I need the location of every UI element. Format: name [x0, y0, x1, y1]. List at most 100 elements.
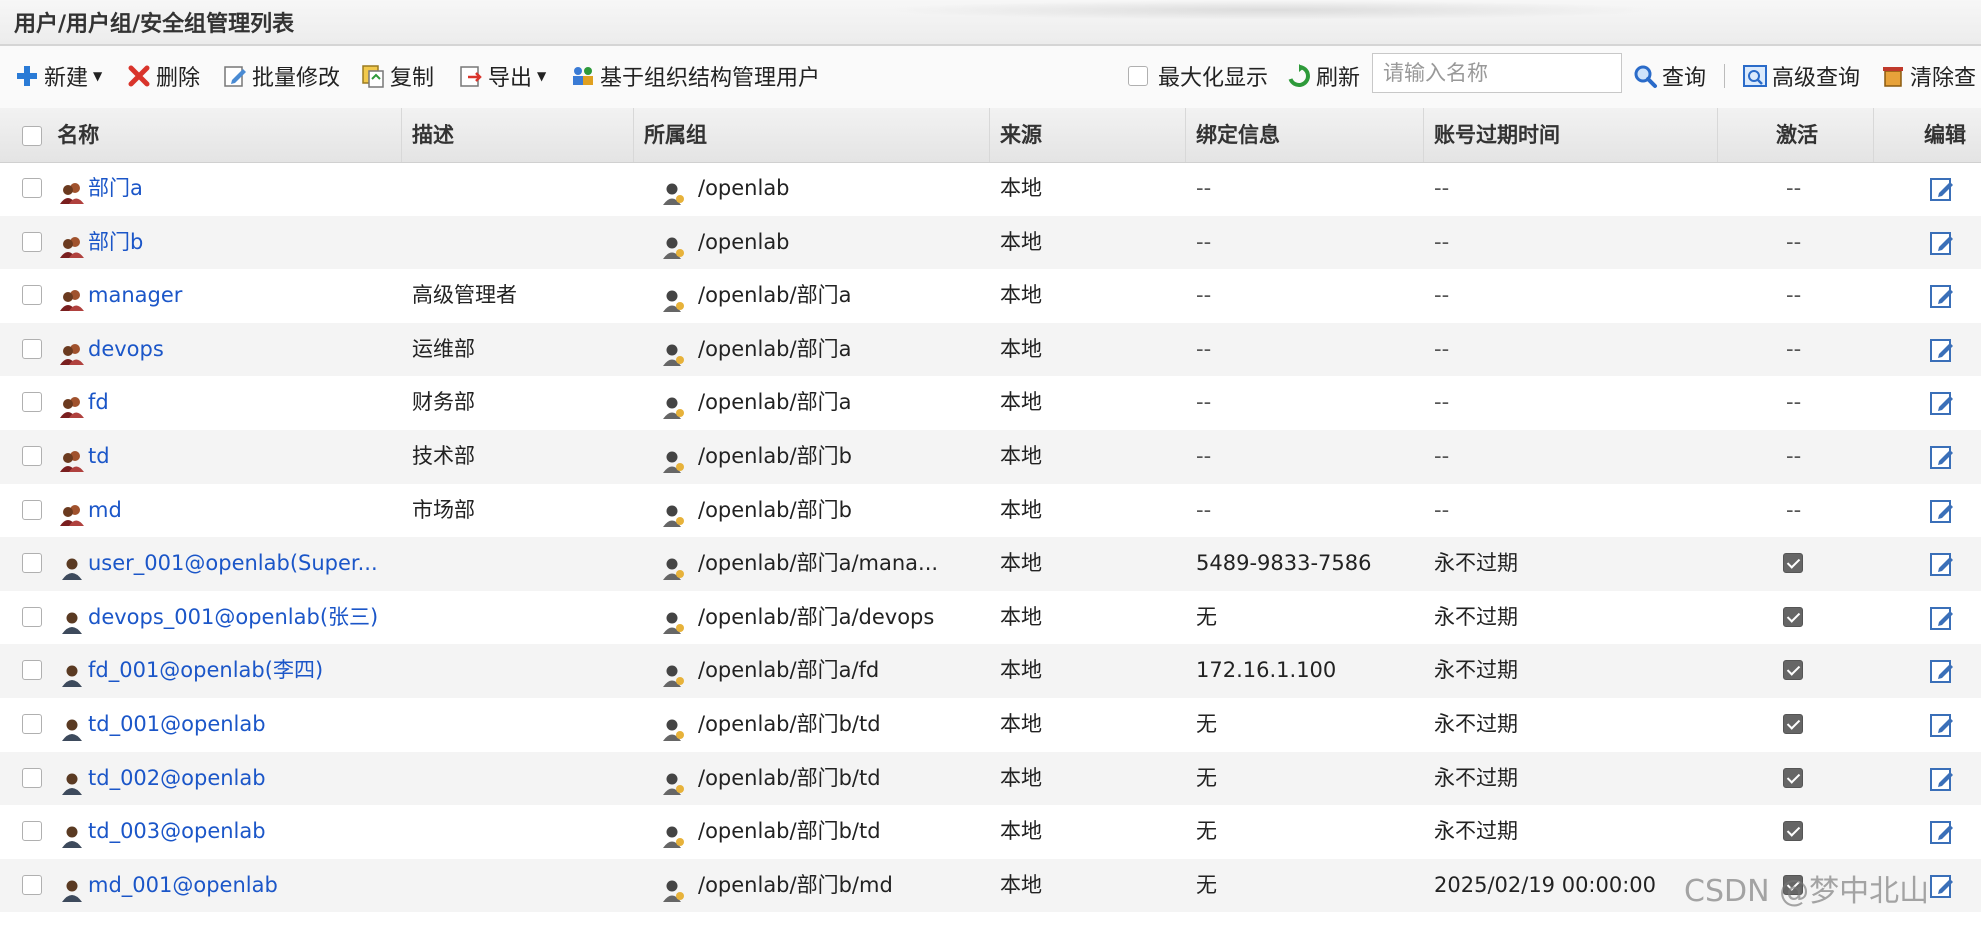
maximize-toggle[interactable]: 最大化显示	[1128, 60, 1268, 92]
table-row-user[interactable]: td_003@openlab/openlab/部门b/td 本地 无 永不过期	[0, 805, 1981, 859]
row-expire: --	[1434, 176, 1450, 200]
table-row-user[interactable]: devops_001@openlab(张三) /openlab/部门a/devop…	[0, 591, 1981, 645]
row-checkbox[interactable]	[22, 606, 42, 627]
row-expire: 永不过期	[1434, 658, 1518, 683]
col-expire[interactable]: 账号过期时间	[1424, 108, 1718, 162]
row-checkbox[interactable]	[22, 392, 42, 413]
row-active-checkbox[interactable]	[1783, 767, 1803, 788]
row-checkbox[interactable]	[22, 821, 42, 842]
edit-icon[interactable]	[1928, 389, 1956, 417]
row-checkbox[interactable]	[22, 660, 42, 681]
query-button[interactable]: 查询	[1632, 60, 1706, 92]
edit-icon[interactable]	[1928, 229, 1956, 257]
row-name-link[interactable]: devops_001@openlab(张三)	[58, 591, 378, 645]
org-manage-users-button[interactable]: 基于组织结构管理用户	[570, 60, 820, 92]
refresh-button[interactable]: 刷新	[1286, 60, 1360, 92]
col-name[interactable]: 名称	[0, 108, 402, 162]
edit-icon[interactable]	[1928, 282, 1956, 310]
col-desc[interactable]: 描述	[402, 108, 634, 162]
edit-icon[interactable]	[1928, 497, 1956, 525]
row-active: --	[1786, 229, 1802, 254]
row-name-link[interactable]: md_001@openlab	[58, 859, 278, 913]
batch-edit-button[interactable]: 批量修改	[222, 60, 340, 92]
row-name-link[interactable]: manager	[58, 269, 182, 323]
row-binding: 无	[1196, 819, 1217, 844]
edit-icon[interactable]	[1928, 550, 1956, 578]
clear-query-button[interactable]: 清除查	[1880, 60, 1976, 92]
row-checkbox[interactable]	[22, 231, 42, 252]
row-name-link[interactable]: td_003@openlab	[58, 805, 266, 859]
edit-icon[interactable]	[1928, 175, 1956, 203]
row-active-checkbox[interactable]	[1783, 553, 1803, 574]
table-row-group[interactable]: devops/openlab/部门a 运维部 本地 -- -- --	[0, 322, 1981, 377]
row-name-link[interactable]: devops	[58, 323, 164, 377]
col-active[interactable]: 激活	[1718, 108, 1874, 162]
table-row-user[interactable]: td_002@openlab/openlab/部门b/td 本地 无 永不过期	[0, 751, 1981, 806]
edit-icon[interactable]	[1928, 604, 1956, 632]
row-checkbox[interactable]	[22, 499, 42, 520]
row-checkbox[interactable]	[22, 178, 42, 198]
org-group-icon	[660, 550, 688, 581]
edit-icon[interactable]	[1928, 872, 1956, 900]
new-button[interactable]: 新建 ▼	[14, 60, 102, 92]
row-group: /openlab	[660, 162, 790, 216]
col-group[interactable]: 所属组	[634, 108, 990, 162]
table-row-group[interactable]: md/openlab/部门b 市场部 本地 -- -- --	[0, 484, 1981, 538]
row-group-path: /openlab/部门a/devops	[698, 604, 935, 629]
copy-icon	[360, 63, 386, 89]
user-group-icon	[58, 443, 86, 472]
row-name-link[interactable]: md	[58, 484, 122, 538]
table-row-group[interactable]: manager/openlab/部门a 高级管理者 本地 -- -- --	[0, 269, 1981, 323]
row-name-link[interactable]: fd_001@openlab(李四)	[58, 644, 323, 698]
new-label: 新建	[44, 66, 89, 91]
user-group-icon	[58, 497, 86, 526]
table-row-group[interactable]: 部门b/openlab 本地 -- -- --	[0, 215, 1981, 270]
row-name-link[interactable]: td_001@openlab	[58, 698, 266, 752]
row-name-link[interactable]: td	[58, 430, 110, 484]
advanced-query-button[interactable]: 高级查询	[1742, 60, 1860, 92]
row-checkbox[interactable]	[22, 714, 42, 734]
row-checkbox[interactable]	[22, 874, 42, 895]
export-button[interactable]: 导出 ▼	[458, 60, 546, 92]
row-active-checkbox[interactable]	[1783, 821, 1803, 842]
col-binding[interactable]: 绑定信息	[1186, 108, 1424, 162]
row-active-checkbox[interactable]	[1783, 660, 1803, 681]
edit-icon[interactable]	[1928, 336, 1956, 364]
row-binding: --	[1196, 176, 1212, 200]
table-row-user[interactable]: fd_001@openlab(李四) /openlab/部门a/fd 本地 172.1…	[0, 644, 1981, 698]
table-row-group[interactable]: 部门a/openlab 本地 -- -- --	[0, 162, 1981, 216]
edit-icon[interactable]	[1928, 818, 1956, 846]
row-checkbox[interactable]	[22, 446, 42, 466]
maximize-checkbox[interactable]	[1128, 66, 1148, 86]
toolbar: 新建 ▼ 删除 批量修改 复制 导出 ▼ 基于组织结构管理用户 最大化显示 刷新…	[0, 46, 1981, 108]
copy-button[interactable]: 复制	[360, 60, 434, 92]
row-name-link[interactable]: td_002@openlab	[58, 752, 266, 806]
row-binding: 172.16.1.100	[1196, 658, 1337, 683]
row-checkbox[interactable]	[22, 285, 42, 306]
row-binding: --	[1196, 497, 1212, 522]
col-name-label: 名称	[57, 123, 100, 147]
table-row-group[interactable]: td/openlab/部门b 技术部 本地 -- -- --	[0, 430, 1981, 484]
delete-button[interactable]: 删除	[126, 60, 200, 92]
row-active-checkbox[interactable]	[1783, 606, 1803, 627]
edit-icon[interactable]	[1928, 765, 1956, 793]
row-name-link[interactable]: 部门a	[58, 162, 143, 216]
row-name-link[interactable]: user_001@openlab(Super...	[58, 537, 378, 591]
col-source[interactable]: 来源	[990, 108, 1186, 162]
edit-icon[interactable]	[1928, 657, 1956, 685]
export-icon	[458, 63, 484, 89]
table-row-user[interactable]: user_001@openlab(Super... /openlab/部门a/ma…	[0, 537, 1981, 591]
row-checkbox[interactable]	[22, 553, 42, 574]
table-row-user[interactable]: td_001@openlab/openlab/部门b/td 本地 无 永不过期	[0, 698, 1981, 752]
edit-icon[interactable]	[1928, 443, 1956, 471]
table-row-group[interactable]: fd/openlab/部门a 财务部 本地 -- -- --	[0, 376, 1981, 430]
search-input[interactable]	[1372, 53, 1622, 93]
row-name-link[interactable]: fd	[58, 376, 109, 430]
row-checkbox[interactable]	[22, 338, 42, 359]
edit-icon[interactable]	[1928, 711, 1956, 739]
row-group: /openlab/部门a/devops	[660, 591, 934, 645]
select-all-checkbox[interactable]	[22, 126, 42, 146]
row-active-checkbox[interactable]	[1783, 714, 1803, 734]
row-checkbox[interactable]	[22, 767, 42, 788]
row-name-link[interactable]: 部门b	[58, 216, 143, 270]
